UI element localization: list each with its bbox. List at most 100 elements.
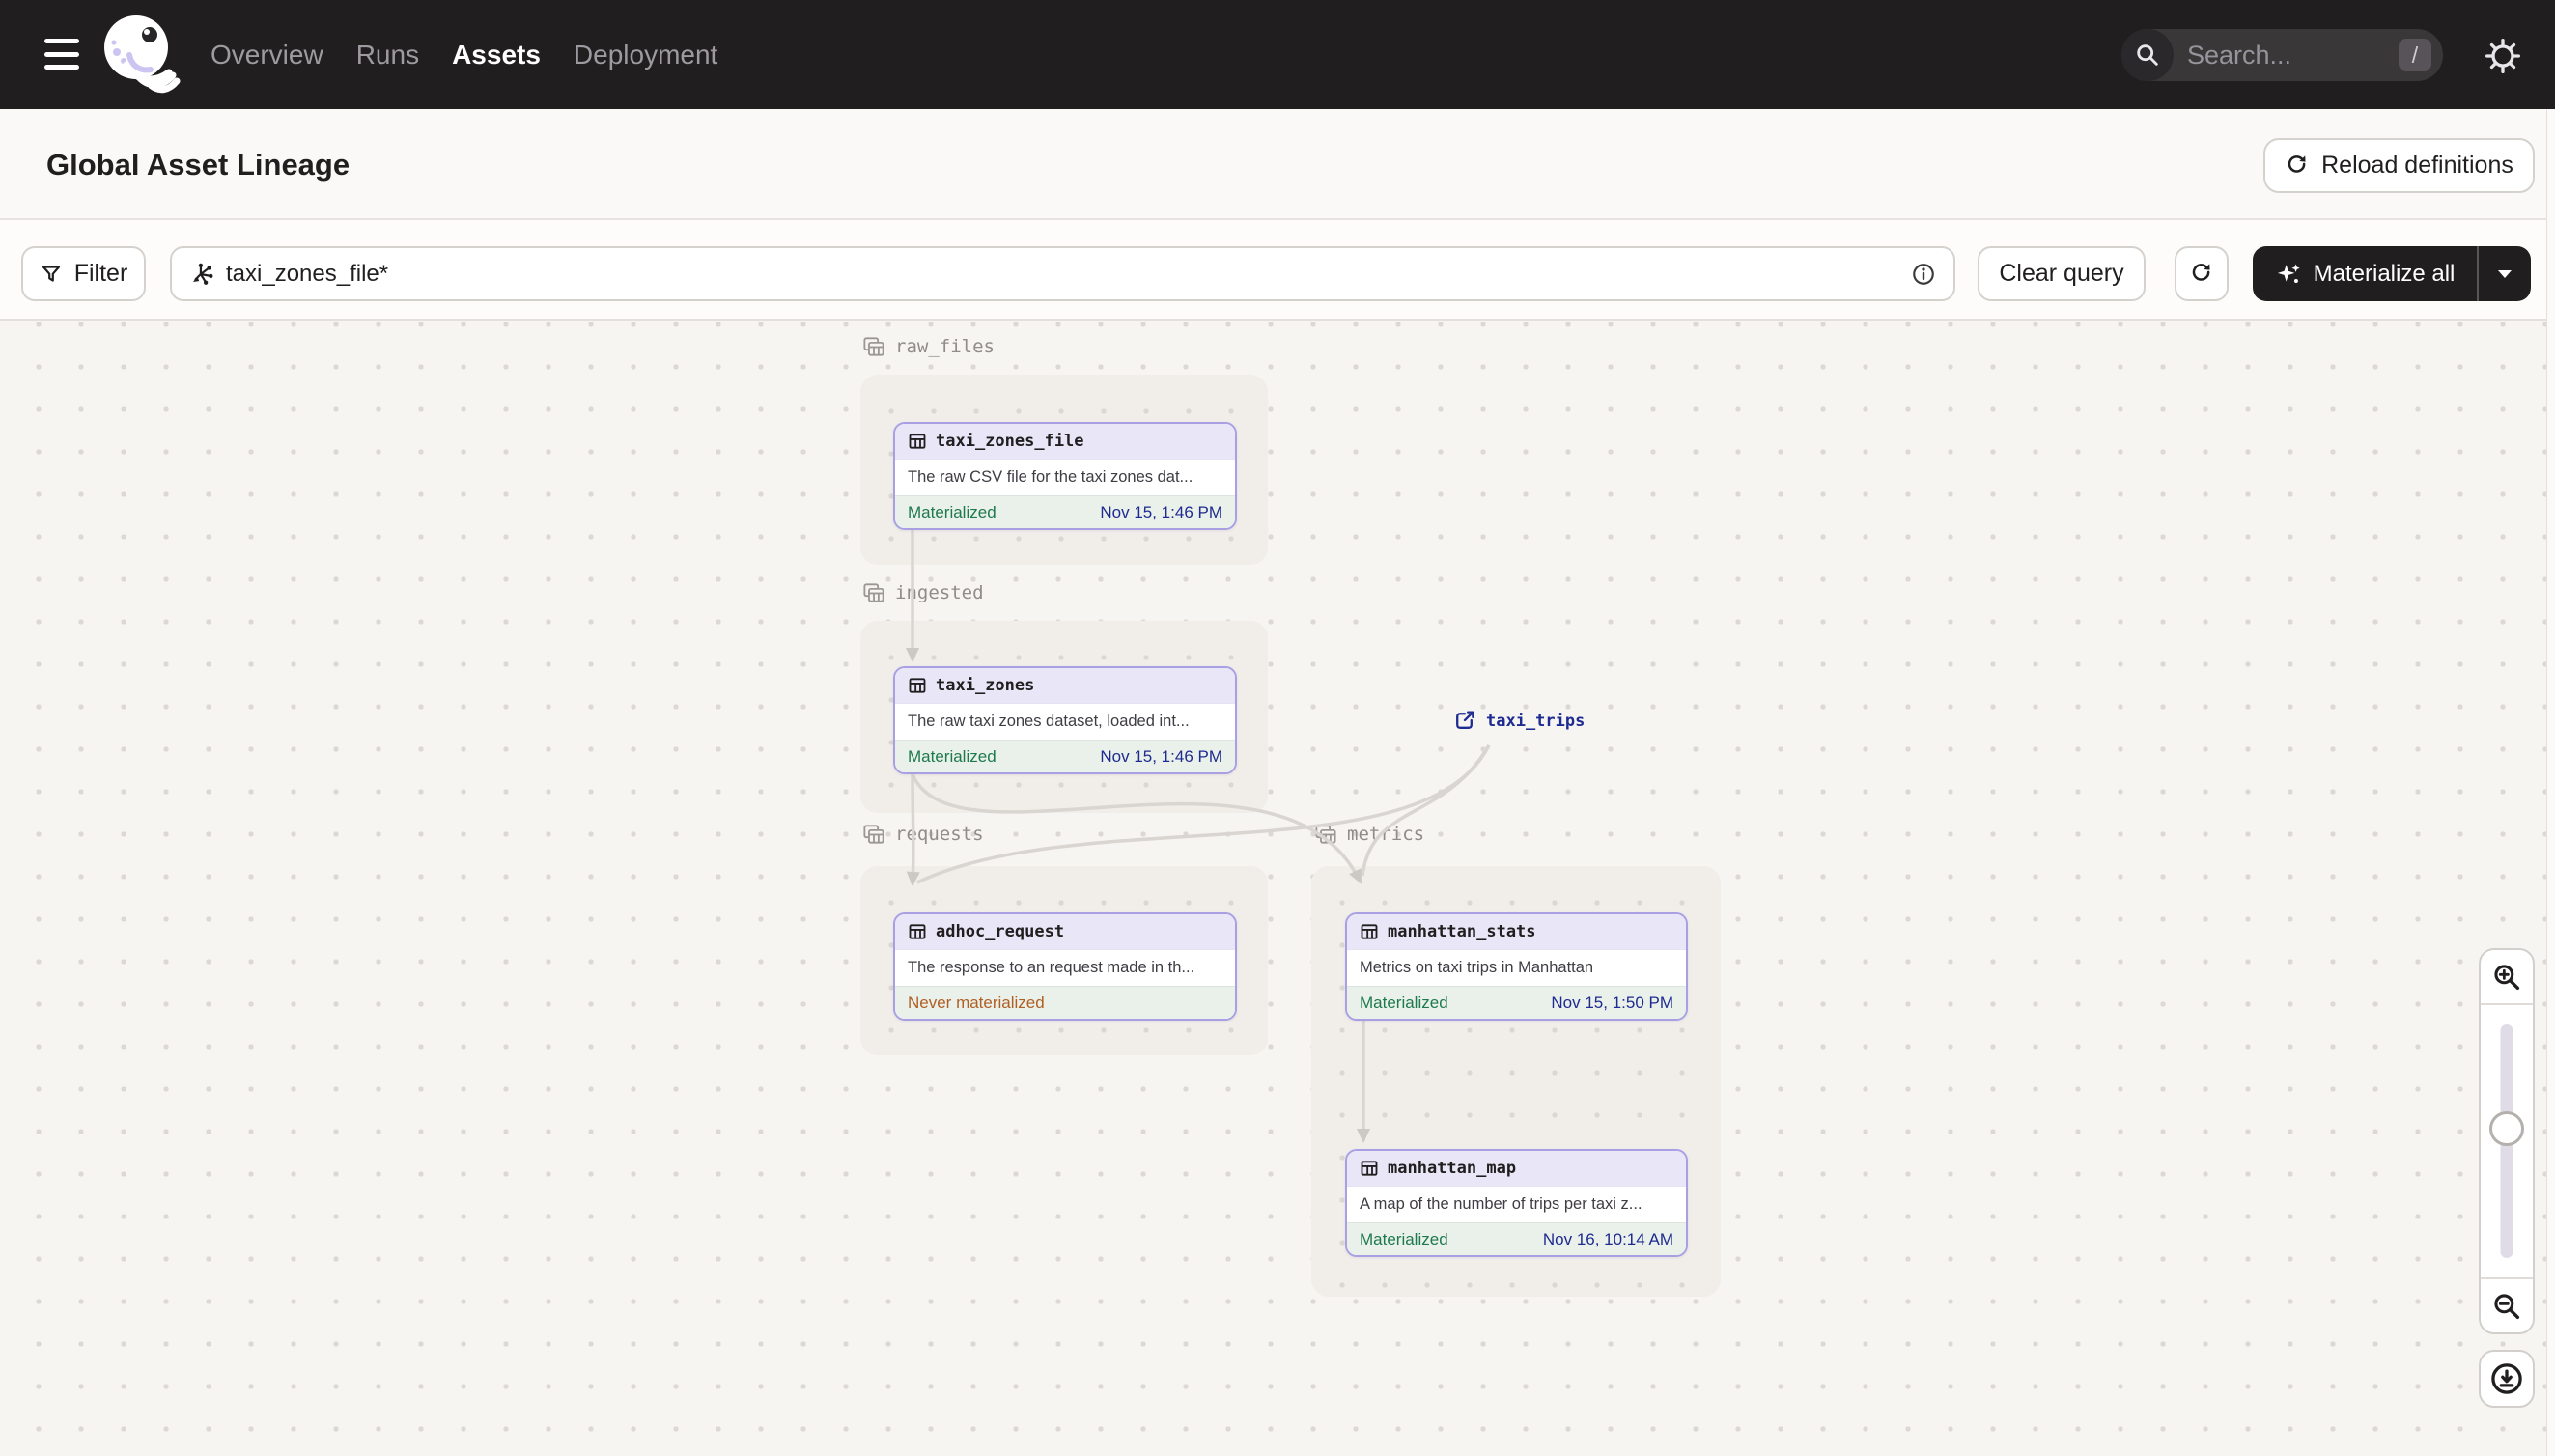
- asset-name: taxi_zones: [936, 676, 1035, 695]
- clear-query-label: Clear query: [1999, 260, 2124, 287]
- search-shortcut-badge: /: [2399, 39, 2431, 71]
- group-name: ingested: [895, 582, 984, 603]
- nav-runs[interactable]: Runs: [356, 40, 419, 70]
- settings-gear-icon[interactable]: [2484, 37, 2522, 75]
- asset-node-taxi-zones-file[interactable]: taxi_zones_file The raw CSV file for the…: [893, 422, 1237, 530]
- zoom-out-button[interactable]: [2481, 1279, 2533, 1332]
- nav-deployment[interactable]: Deployment: [574, 40, 717, 70]
- asset-node-manhattan-map[interactable]: manhattan_map A map of the number of tri…: [1345, 1149, 1688, 1257]
- search-icon: [2121, 29, 2174, 81]
- group-name: requests: [895, 824, 984, 845]
- status-badge: Materialized: [908, 502, 997, 521]
- asset-description: The raw CSV file for the taxi zones dat.…: [895, 459, 1235, 495]
- asset-name: taxi_zones_file: [936, 432, 1084, 451]
- asset-name: manhattan_stats: [1388, 922, 1536, 941]
- page-header: Global Asset Lineage Reload definitions: [0, 109, 2555, 220]
- asset-node-header: taxi_zones_file: [895, 424, 1235, 459]
- filter-label: Filter: [73, 260, 128, 287]
- lineage-canvas[interactable]: raw_files ingested requests metrics taxi…: [0, 321, 2555, 1456]
- group-label-metrics[interactable]: metrics: [1314, 824, 1424, 845]
- external-link-icon: [1456, 711, 1474, 729]
- sparkle-icon: [2277, 264, 2300, 283]
- materialization-timestamp: Nov 15, 1:46 PM: [1100, 502, 1222, 521]
- search-input[interactable]: Search... /: [2121, 29, 2443, 81]
- asset-status-bar: Materialized Nov 16, 10:14 AM: [1347, 1222, 1686, 1255]
- nav-overview[interactable]: Overview: [211, 40, 323, 70]
- status-badge: Materialized: [908, 746, 997, 766]
- asset-description: The raw taxi zones dataset, loaded int..…: [895, 703, 1235, 740]
- asset-node-header: manhattan_map: [1347, 1151, 1686, 1186]
- lineage-query-icon: [192, 263, 213, 285]
- asset-node-taxi-zones[interactable]: taxi_zones The raw taxi zones dataset, l…: [893, 666, 1237, 774]
- materialization-timestamp: Nov 16, 10:14 AM: [1542, 1229, 1673, 1248]
- filter-button[interactable]: Filter: [21, 246, 146, 301]
- top-navigation-bar: Overview Runs Assets Deployment Search..…: [0, 0, 2555, 109]
- asset-node-header: adhoc_request: [895, 914, 1235, 949]
- asset-status-bar: Materialized Nov 15, 1:46 PM: [895, 495, 1235, 528]
- asset-node-manhattan-stats[interactable]: manhattan_stats Metrics on taxi trips in…: [1345, 912, 1688, 1021]
- group-name: raw_files: [895, 336, 995, 357]
- reload-definitions-button[interactable]: Reload definitions: [2263, 138, 2535, 193]
- zoom-slider-thumb[interactable]: [2489, 1111, 2524, 1146]
- refresh-button[interactable]: [2175, 246, 2229, 301]
- download-image-button[interactable]: [2479, 1350, 2535, 1408]
- materialize-all-main[interactable]: Materialize all: [2253, 246, 2477, 301]
- asset-status-bar: Materialized Nov 15, 1:50 PM: [1347, 986, 1686, 1019]
- search-placeholder: Search...: [2187, 40, 2292, 70]
- asset-status-bar: Materialized Nov 15, 1:46 PM: [895, 740, 1235, 772]
- group-label-raw-files[interactable]: raw_files: [862, 336, 995, 357]
- table-icon: [1361, 1161, 1378, 1176]
- materialization-timestamp: Nov 15, 1:50 PM: [1551, 993, 1673, 1012]
- asset-node-adhoc-request[interactable]: adhoc_request The response to an request…: [893, 912, 1237, 1021]
- asset-description: Metrics on taxi trips in Manhattan: [1347, 949, 1686, 986]
- zoom-out-icon: [2494, 1293, 2520, 1319]
- asset-name: adhoc_request: [936, 922, 1065, 941]
- zoom-slider: [2481, 1003, 2533, 1279]
- menu-icon[interactable]: [44, 39, 79, 70]
- info-icon[interactable]: [1911, 262, 1936, 287]
- group-label-ingested[interactable]: ingested: [862, 582, 984, 603]
- zoom-in-button[interactable]: [2481, 950, 2533, 1003]
- status-badge: Materialized: [1360, 1229, 1448, 1248]
- chevron-down-icon: [2498, 269, 2512, 278]
- asset-query-value: taxi_zones_file*: [226, 260, 389, 287]
- group-label-requests[interactable]: requests: [862, 824, 984, 845]
- group-icon: [1315, 825, 1336, 844]
- external-asset-taxi-trips[interactable]: taxi_trips: [1452, 709, 1585, 733]
- asset-name: manhattan_map: [1388, 1159, 1517, 1178]
- table-icon: [909, 678, 926, 693]
- download-icon: [2491, 1363, 2522, 1394]
- asset-description: The response to an request made in th...: [895, 949, 1235, 986]
- table-icon: [909, 434, 926, 449]
- page-scrollbar[interactable]: [2546, 109, 2555, 1456]
- zoom-controls: [2479, 948, 2535, 1334]
- asset-status-bar: Never materialized: [895, 986, 1235, 1019]
- asset-node-header: manhattan_stats: [1347, 914, 1686, 949]
- reload-definitions-label: Reload definitions: [2321, 152, 2513, 179]
- table-icon: [1361, 924, 1378, 939]
- group-icon: [863, 825, 884, 844]
- table-icon: [909, 924, 926, 939]
- lineage-toolbar: Filter taxi_zones_file* Clear query Mate…: [0, 220, 2555, 321]
- status-badge: Never materialized: [908, 993, 1045, 1012]
- dagster-logo: [100, 12, 183, 98]
- page-title: Global Asset Lineage: [46, 147, 351, 182]
- nav-assets[interactable]: Assets: [452, 40, 541, 70]
- materialize-dropdown-toggle[interactable]: [2477, 246, 2531, 301]
- primary-nav: Overview Runs Assets Deployment: [211, 0, 717, 109]
- asset-description: A map of the number of trips per taxi z.…: [1347, 1186, 1686, 1222]
- lineage-edges: [906, 530, 1491, 1143]
- asset-query-input[interactable]: taxi_zones_file*: [170, 246, 1955, 301]
- clear-query-button[interactable]: Clear query: [1978, 246, 2146, 301]
- reload-icon: [2288, 154, 2306, 173]
- materialize-all-button[interactable]: Materialize all: [2253, 246, 2531, 301]
- group-icon: [863, 337, 884, 356]
- materialization-timestamp: Nov 15, 1:46 PM: [1100, 746, 1222, 766]
- status-badge: Materialized: [1360, 993, 1448, 1012]
- asset-node-header: taxi_zones: [895, 668, 1235, 703]
- group-icon: [863, 583, 884, 602]
- external-asset-name: taxi_trips: [1486, 711, 1586, 731]
- funnel-icon: [42, 265, 60, 282]
- zoom-in-icon: [2494, 964, 2520, 990]
- materialize-all-label: Materialize all: [2313, 260, 2456, 287]
